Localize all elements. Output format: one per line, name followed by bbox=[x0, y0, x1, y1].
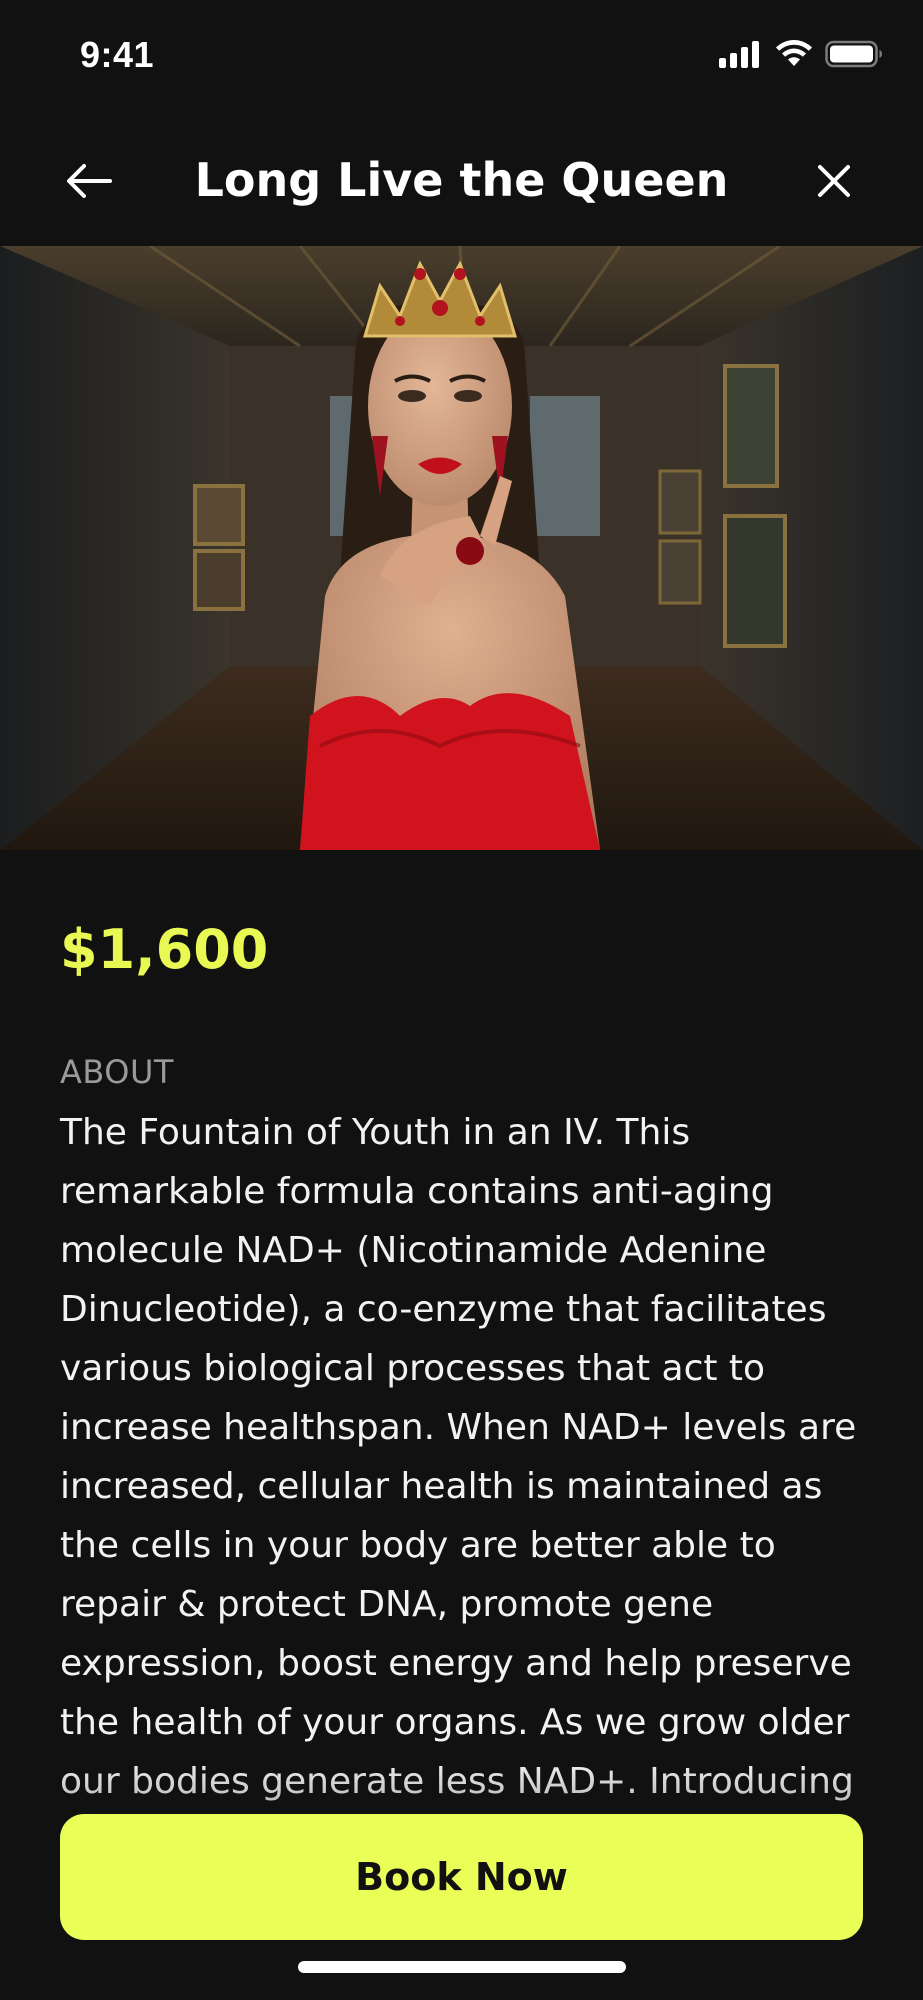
battery-icon bbox=[825, 40, 882, 68]
hero-image bbox=[0, 246, 923, 850]
about-label: ABOUT bbox=[60, 1053, 174, 1091]
hero-illustration bbox=[0, 246, 923, 850]
nav-header: Long Live the Queen bbox=[0, 130, 923, 230]
page-title: Long Live the Queen bbox=[194, 153, 729, 207]
close-button[interactable] bbox=[805, 152, 863, 210]
price: $1,600 bbox=[60, 918, 269, 981]
status-icons bbox=[719, 40, 883, 68]
status-bar: 9:41 bbox=[0, 0, 923, 112]
home-indicator[interactable] bbox=[298, 1961, 626, 1973]
signal-icon bbox=[719, 41, 759, 68]
close-icon bbox=[818, 165, 850, 197]
status-time: 9:41 bbox=[80, 34, 155, 75]
book-now-button[interactable]: Book Now bbox=[60, 1814, 863, 1940]
arrow-left-icon bbox=[67, 164, 112, 198]
wifi-icon bbox=[776, 40, 812, 66]
back-button[interactable] bbox=[60, 152, 118, 210]
about-description: The Fountain of Youth in an IV. This rem… bbox=[60, 1112, 857, 1861]
